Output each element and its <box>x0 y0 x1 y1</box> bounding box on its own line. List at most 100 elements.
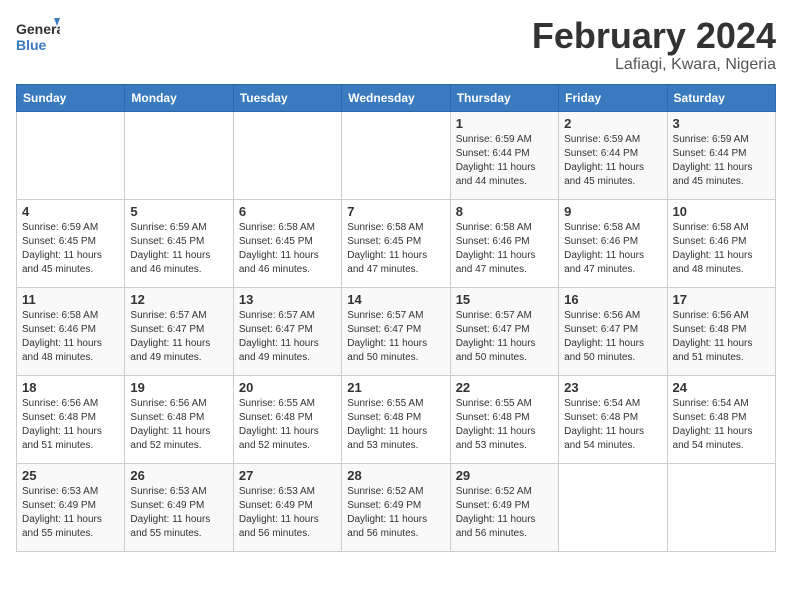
day-info: Sunrise: 6:53 AM Sunset: 6:49 PM Dayligh… <box>239 485 336 541</box>
calendar-cell: 12 Sunrise: 6:57 AM Sunset: 6:47 PM Dayli… <box>125 287 233 375</box>
day-number: 28 <box>347 468 444 483</box>
calendar-cell: 1Sunrise: 6:59 AM Sunset: 6:44 PM Daylig… <box>450 111 558 199</box>
logo-svg: General Blue <box>16 16 60 60</box>
day-number: 18 <box>22 380 119 395</box>
day-info: Sunrise: 6:58 AM Sunset: 6:46 PM Dayligh… <box>673 221 770 277</box>
day-number: 27 <box>239 468 336 483</box>
svg-text:General: General <box>16 21 60 37</box>
day-info: Sunrise: 6:57 AM Sunset: 6:47 PM Dayligh… <box>456 309 553 365</box>
day-info: Sunrise: 6:56 AM Sunset: 6:47 PM Dayligh… <box>564 309 661 365</box>
calendar-cell: 11 Sunrise: 6:58 AM Sunset: 6:46 PM Dayli… <box>17 287 125 375</box>
day-number: 16 <box>564 292 661 307</box>
day-info: Sunrise: 6:53 AM Sunset: 6:49 PM Dayligh… <box>130 485 227 541</box>
calendar-cell: 7 Sunrise: 6:58 AM Sunset: 6:45 PM Daylig… <box>342 199 450 287</box>
day-info: Sunrise: 6:58 AM Sunset: 6:46 PM Dayligh… <box>564 221 661 277</box>
calendar-table: SundayMondayTuesdayWednesdayThursdayFrid… <box>16 84 776 552</box>
calendar-cell: 3Sunrise: 6:59 AM Sunset: 6:44 PM Daylig… <box>667 111 775 199</box>
day-number: 15 <box>456 292 553 307</box>
day-info: Sunrise: 6:55 AM Sunset: 6:48 PM Dayligh… <box>239 397 336 453</box>
svg-text:Blue: Blue <box>16 37 47 53</box>
calendar-cell: 22 Sunrise: 6:55 AM Sunset: 6:48 PM Dayli… <box>450 375 558 463</box>
day-number: 10 <box>673 204 770 219</box>
calendar-cell <box>125 111 233 199</box>
day-number: 13 <box>239 292 336 307</box>
day-info: Sunrise: 6:59 AM Sunset: 6:45 PM Dayligh… <box>130 221 227 277</box>
day-number: 7 <box>347 204 444 219</box>
calendar-cell: 10 Sunrise: 6:58 AM Sunset: 6:46 PM Dayli… <box>667 199 775 287</box>
calendar-cell: 8 Sunrise: 6:58 AM Sunset: 6:46 PM Daylig… <box>450 199 558 287</box>
calendar-cell: 5 Sunrise: 6:59 AM Sunset: 6:45 PM Daylig… <box>125 199 233 287</box>
calendar-cell: 16 Sunrise: 6:56 AM Sunset: 6:47 PM Dayli… <box>559 287 667 375</box>
day-number: 11 <box>22 292 119 307</box>
calendar-week-4: 18 Sunrise: 6:56 AM Sunset: 6:48 PM Dayli… <box>17 375 776 463</box>
day-number: 20 <box>239 380 336 395</box>
day-number: 9 <box>564 204 661 219</box>
day-info: Sunrise: 6:58 AM Sunset: 6:45 PM Dayligh… <box>239 221 336 277</box>
day-number: 8 <box>456 204 553 219</box>
calendar-title: February 2024 <box>532 16 776 56</box>
day-number: 29 <box>456 468 553 483</box>
title-block: February 2024 Lafiagi, Kwara, Nigeria <box>532 16 776 74</box>
day-info: Sunrise: 6:59 AM Sunset: 6:44 PM Dayligh… <box>564 133 661 189</box>
day-info: Sunrise: 6:58 AM Sunset: 6:46 PM Dayligh… <box>22 309 119 365</box>
column-header-friday: Friday <box>559 84 667 111</box>
calendar-cell: 26 Sunrise: 6:53 AM Sunset: 6:49 PM Dayli… <box>125 463 233 551</box>
day-info: Sunrise: 6:52 AM Sunset: 6:49 PM Dayligh… <box>347 485 444 541</box>
calendar-week-1: 1Sunrise: 6:59 AM Sunset: 6:44 PM Daylig… <box>17 111 776 199</box>
day-info: Sunrise: 6:56 AM Sunset: 6:48 PM Dayligh… <box>130 397 227 453</box>
day-number: 25 <box>22 468 119 483</box>
day-number: 14 <box>347 292 444 307</box>
day-number: 26 <box>130 468 227 483</box>
day-number: 23 <box>564 380 661 395</box>
calendar-cell: 13 Sunrise: 6:57 AM Sunset: 6:47 PM Dayli… <box>233 287 341 375</box>
column-header-sunday: Sunday <box>17 84 125 111</box>
day-number: 6 <box>239 204 336 219</box>
day-info: Sunrise: 6:55 AM Sunset: 6:48 PM Dayligh… <box>347 397 444 453</box>
day-info: Sunrise: 6:59 AM Sunset: 6:45 PM Dayligh… <box>22 221 119 277</box>
calendar-cell: 23 Sunrise: 6:54 AM Sunset: 6:48 PM Dayli… <box>559 375 667 463</box>
day-number: 2 <box>564 116 661 131</box>
calendar-cell: 4 Sunrise: 6:59 AM Sunset: 6:45 PM Daylig… <box>17 199 125 287</box>
calendar-cell: 25 Sunrise: 6:53 AM Sunset: 6:49 PM Dayli… <box>17 463 125 551</box>
day-number: 24 <box>673 380 770 395</box>
calendar-cell <box>233 111 341 199</box>
column-header-tuesday: Tuesday <box>233 84 341 111</box>
calendar-cell: 27 Sunrise: 6:53 AM Sunset: 6:49 PM Dayli… <box>233 463 341 551</box>
calendar-cell: 29Sunrise: 6:52 AM Sunset: 6:49 PM Dayli… <box>450 463 558 551</box>
day-number: 22 <box>456 380 553 395</box>
day-info: Sunrise: 6:57 AM Sunset: 6:47 PM Dayligh… <box>239 309 336 365</box>
calendar-cell: 21 Sunrise: 6:55 AM Sunset: 6:48 PM Dayli… <box>342 375 450 463</box>
day-info: Sunrise: 6:58 AM Sunset: 6:45 PM Dayligh… <box>347 221 444 277</box>
page-header: General Blue February 2024 Lafiagi, Kwar… <box>16 16 776 74</box>
day-info: Sunrise: 6:54 AM Sunset: 6:48 PM Dayligh… <box>564 397 661 453</box>
calendar-cell: 20 Sunrise: 6:55 AM Sunset: 6:48 PM Dayli… <box>233 375 341 463</box>
logo: General Blue <box>16 16 60 60</box>
calendar-cell: 15 Sunrise: 6:57 AM Sunset: 6:47 PM Dayli… <box>450 287 558 375</box>
calendar-cell: 19Sunrise: 6:56 AM Sunset: 6:48 PM Dayli… <box>125 375 233 463</box>
day-info: Sunrise: 6:57 AM Sunset: 6:47 PM Dayligh… <box>130 309 227 365</box>
day-info: Sunrise: 6:54 AM Sunset: 6:48 PM Dayligh… <box>673 397 770 453</box>
calendar-cell <box>667 463 775 551</box>
day-info: Sunrise: 6:53 AM Sunset: 6:49 PM Dayligh… <box>22 485 119 541</box>
day-number: 21 <box>347 380 444 395</box>
calendar-cell: 14 Sunrise: 6:57 AM Sunset: 6:47 PM Dayli… <box>342 287 450 375</box>
calendar-cell: 9 Sunrise: 6:58 AM Sunset: 6:46 PM Daylig… <box>559 199 667 287</box>
day-info: Sunrise: 6:58 AM Sunset: 6:46 PM Dayligh… <box>456 221 553 277</box>
day-info: Sunrise: 6:57 AM Sunset: 6:47 PM Dayligh… <box>347 309 444 365</box>
day-info: Sunrise: 6:59 AM Sunset: 6:44 PM Dayligh… <box>673 133 770 189</box>
calendar-cell <box>342 111 450 199</box>
day-number: 5 <box>130 204 227 219</box>
day-info: Sunrise: 6:59 AM Sunset: 6:44 PM Dayligh… <box>456 133 553 189</box>
column-header-thursday: Thursday <box>450 84 558 111</box>
day-info: Sunrise: 6:55 AM Sunset: 6:48 PM Dayligh… <box>456 397 553 453</box>
day-number: 12 <box>130 292 227 307</box>
calendar-week-3: 11 Sunrise: 6:58 AM Sunset: 6:46 PM Dayli… <box>17 287 776 375</box>
calendar-cell: 18Sunrise: 6:56 AM Sunset: 6:48 PM Dayli… <box>17 375 125 463</box>
calendar-subtitle: Lafiagi, Kwara, Nigeria <box>532 56 776 74</box>
calendar-cell: 28 Sunrise: 6:52 AM Sunset: 6:49 PM Dayli… <box>342 463 450 551</box>
day-number: 4 <box>22 204 119 219</box>
calendar-week-5: 25 Sunrise: 6:53 AM Sunset: 6:49 PM Dayli… <box>17 463 776 551</box>
calendar-week-2: 4 Sunrise: 6:59 AM Sunset: 6:45 PM Daylig… <box>17 199 776 287</box>
column-header-saturday: Saturday <box>667 84 775 111</box>
column-header-monday: Monday <box>125 84 233 111</box>
